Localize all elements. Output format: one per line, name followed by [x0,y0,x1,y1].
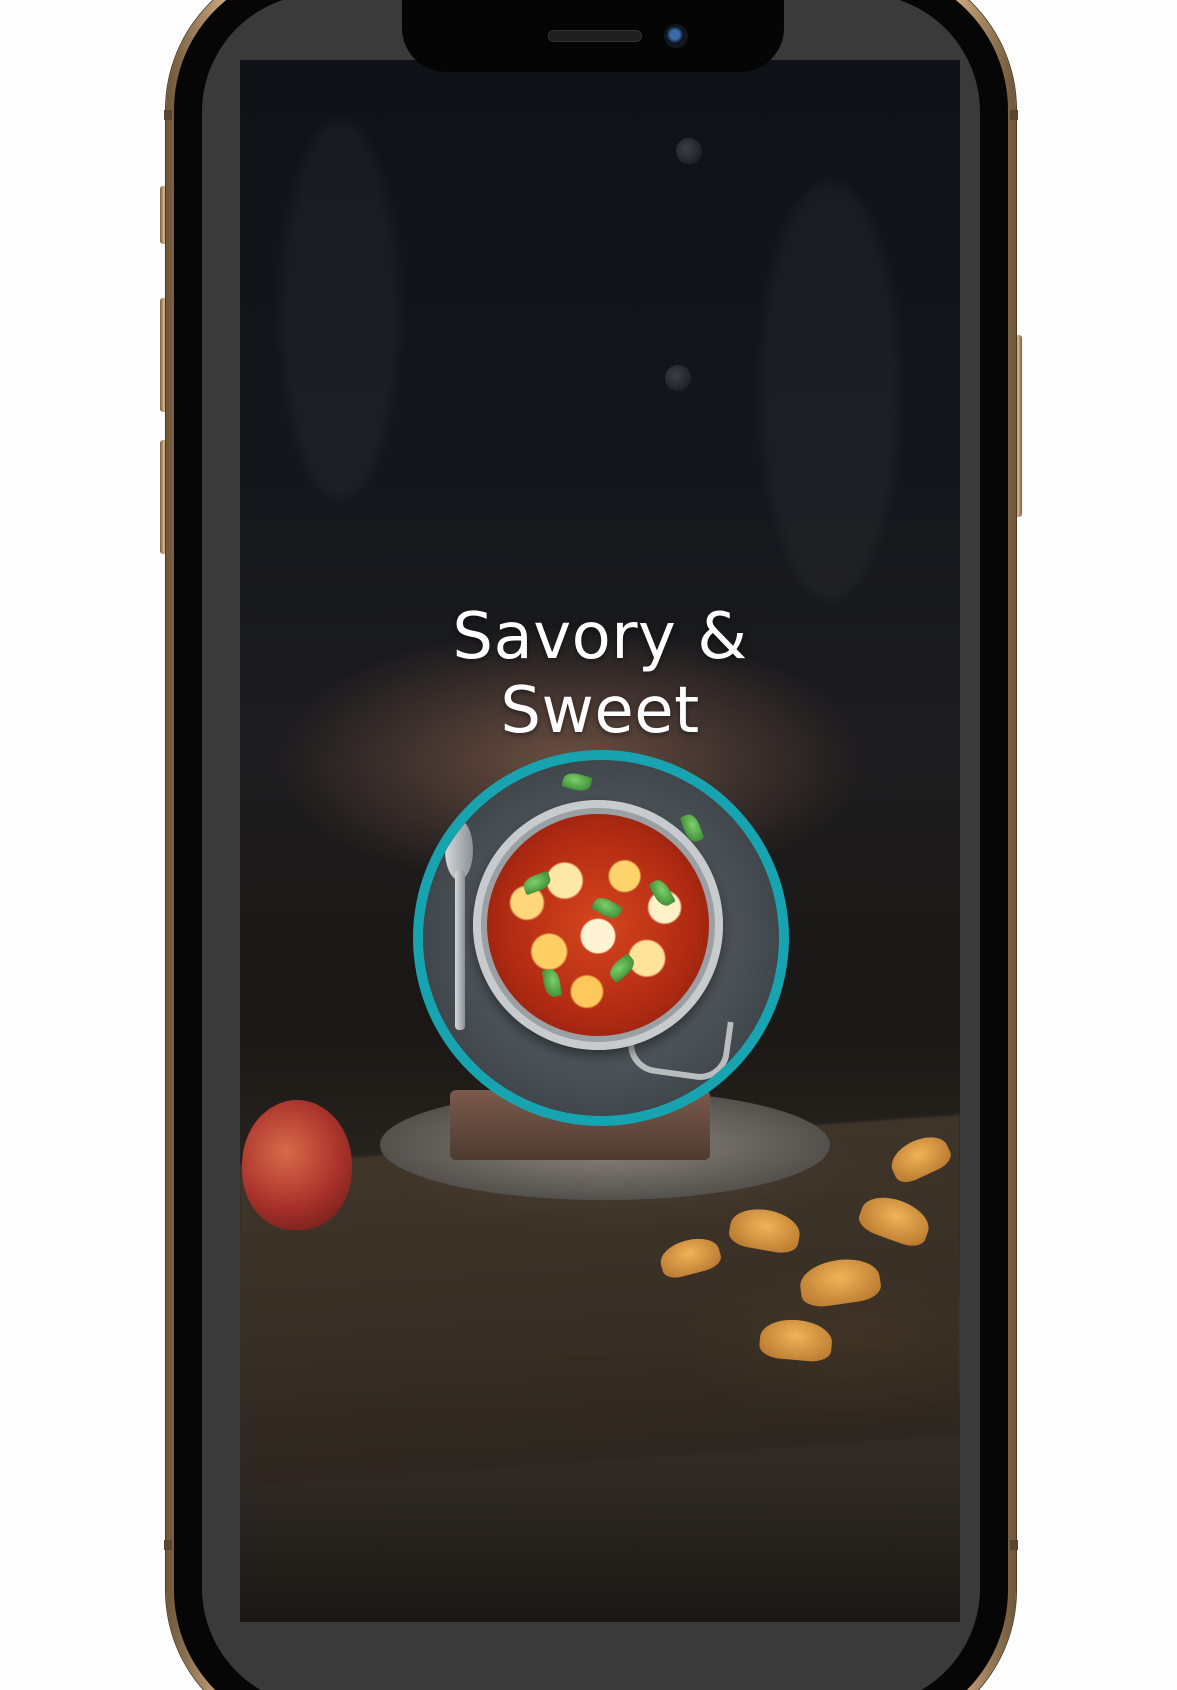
page: Savory & Sweet [0,0,1177,1690]
gnocchi-dish [487,814,709,1036]
shirt-button [676,138,702,164]
antenna-band [1010,1540,1018,1550]
notch [402,0,784,72]
antenna-band [1010,110,1018,120]
app-title-line1: Savory & [452,600,748,674]
app-title-line2: Sweet [500,674,700,748]
app-screen: Savory & Sweet [240,60,960,1622]
basil-leaf [561,770,593,794]
pan [473,800,723,1050]
food-image-ring[interactable] [413,750,789,1126]
spoon-stem [455,870,465,1030]
shirt-fold [760,180,900,600]
antenna-band [164,1540,172,1550]
shirt-fold [280,120,400,500]
front-camera-icon [664,24,688,48]
apple [242,1100,352,1230]
app-title: Savory & Sweet [240,600,960,748]
shirt-button [665,365,691,391]
speaker-grille [548,30,642,42]
food-dish-image [423,760,779,1116]
antenna-band [164,110,172,120]
